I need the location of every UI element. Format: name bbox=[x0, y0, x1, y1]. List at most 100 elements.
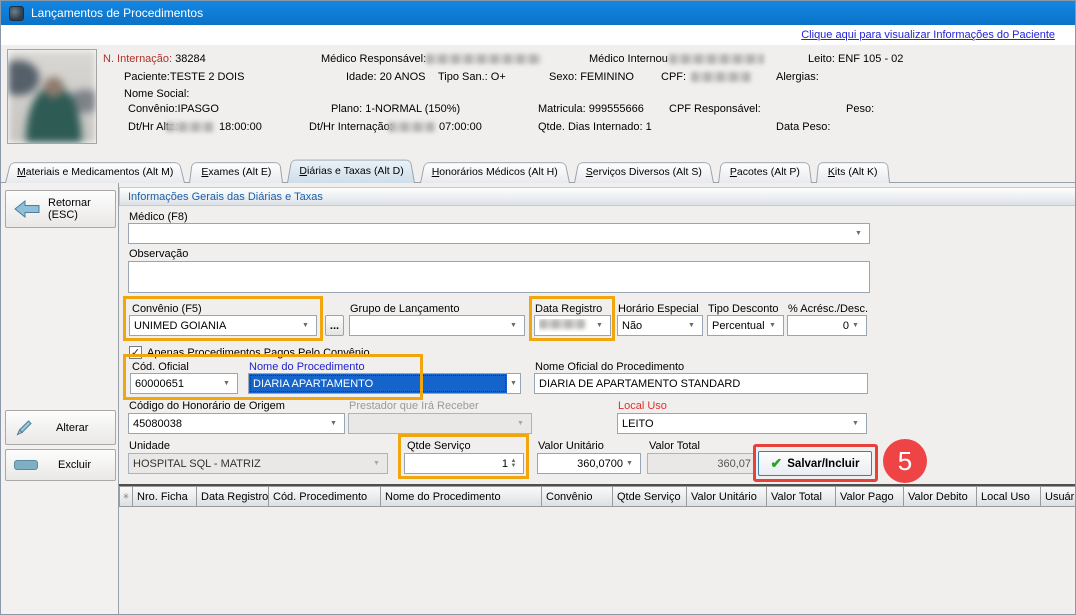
salvar-incluir-button[interactable]: ✔Salvar/Incluir bbox=[758, 451, 872, 476]
dropdown-arrow-icon: ▼ bbox=[685, 316, 698, 335]
check-icon: ✓ bbox=[131, 346, 140, 359]
col-valor-unitario[interactable]: Valor Unitário bbox=[687, 486, 767, 507]
convenio-label: Convênio: bbox=[128, 103, 178, 115]
app-window: Lançamentos de Procedimentos Clique aqui… bbox=[0, 0, 1076, 615]
col-nome-procedimento[interactable]: Nome do Procedimento bbox=[381, 486, 542, 507]
retornar-label: Retornar (ESC) bbox=[48, 197, 107, 221]
step-badge: 5 bbox=[883, 439, 927, 483]
tab-kits[interactable]: Kits (Alt K) bbox=[816, 161, 890, 183]
col-data-registro[interactable]: Data Registro bbox=[197, 486, 269, 507]
leito-value: ENF 105 - 02 bbox=[838, 53, 903, 65]
col-valor-debito[interactable]: Valor Debito bbox=[904, 486, 977, 507]
col-valor-total[interactable]: Valor Total bbox=[767, 486, 836, 507]
green-check-icon: ✔ bbox=[771, 455, 783, 472]
convenio-combo[interactable]: UNIMED GOIANIA▼ bbox=[129, 315, 317, 336]
col-usuario[interactable]: Usuário bbox=[1041, 486, 1076, 507]
dropdown-arrow-icon: ▼ bbox=[507, 316, 520, 335]
tipo-san-value: O+ bbox=[491, 71, 506, 83]
valor-total-label: Valor Total bbox=[649, 440, 700, 452]
col-qtde-servico[interactable]: Qtde Serviço bbox=[613, 486, 687, 507]
unidade-label: Unidade bbox=[129, 440, 170, 452]
excluir-button[interactable]: Excluir bbox=[5, 449, 116, 481]
apenas-pagos-checkbox[interactable]: ✓ bbox=[129, 346, 142, 359]
data-registro-label: Data Registro bbox=[535, 303, 602, 315]
dropdown-arrow-icon: ▼ bbox=[766, 316, 779, 335]
medico-internou-label: Médico Internou bbox=[589, 53, 668, 65]
dropdown-arrow-icon: ▼ bbox=[623, 454, 636, 473]
tab-pacotes[interactable]: Pacotes (Alt P) bbox=[718, 161, 812, 183]
data-peso-label: Data Peso: bbox=[776, 121, 830, 133]
nome-procedimento-combo[interactable]: DIARIA APARTAMENTO▼ bbox=[248, 373, 521, 394]
section-header: Informações Gerais das Diárias e Taxas bbox=[119, 187, 1076, 206]
col-local-uso[interactable]: Local Uso bbox=[977, 486, 1041, 507]
dropdown-arrow-icon: ▼ bbox=[220, 374, 233, 393]
tab-bar: Materiais e Medicamentos (Alt M) Exames … bbox=[5, 158, 894, 183]
unidade-combo: HOSPITAL SQL - MATRIZ▼ bbox=[128, 453, 388, 474]
tab-diarias-taxas[interactable]: Diárias e Taxas (Alt D) bbox=[287, 158, 415, 183]
patient-photo-blur bbox=[8, 50, 96, 143]
qtde-servico-spinner[interactable]: 1▲▼ bbox=[404, 453, 524, 474]
dropdown-arrow-icon: ▼ bbox=[514, 414, 527, 433]
dthr-internacao-time: 07:00:00 bbox=[439, 121, 482, 133]
valor-total-field: 360,07 bbox=[647, 453, 756, 474]
form-panel: Informações Gerais das Diárias e Taxas M… bbox=[119, 183, 1076, 615]
tab-exames[interactable]: Exames (Alt E) bbox=[189, 161, 283, 183]
medico-responsavel-value-redacted bbox=[426, 54, 541, 64]
paciente-value: TESTE 2 DOIS bbox=[170, 71, 245, 83]
apenas-pagos-label: Apenas Procedimentos Pagos Pelo Convênio bbox=[147, 347, 370, 359]
tipo-desconto-label: Tipo Desconto bbox=[708, 303, 779, 315]
dropdown-arrow-icon: ▼ bbox=[593, 316, 606, 335]
prestador-combo: ▼ bbox=[348, 413, 532, 434]
grupo-lancamento-label: Grupo de Lançamento bbox=[350, 303, 459, 315]
qtde-dias-label: Qtde. Dias Internado: bbox=[538, 121, 643, 133]
medico-combo[interactable]: ▼ bbox=[128, 223, 870, 244]
grid-header: ✳ Nro. Ficha Data Registro Cód. Procedim… bbox=[119, 486, 1076, 507]
local-uso-combo[interactable]: LEITO▼ bbox=[617, 413, 867, 434]
dropdown-arrow-icon: ▼ bbox=[849, 316, 862, 335]
patient-photo bbox=[7, 49, 97, 144]
medico-internou-value-redacted bbox=[669, 54, 764, 64]
qtde-dias-value: 1 bbox=[646, 121, 652, 133]
data-registro-combo[interactable]: ▼ bbox=[534, 315, 611, 336]
tipo-san-label: Tipo San.: bbox=[438, 71, 488, 83]
sexo-value: FEMININO bbox=[580, 71, 634, 83]
observacao-input[interactable] bbox=[128, 261, 870, 293]
dthr-internacao-date-redacted bbox=[388, 122, 435, 132]
col-nro-ficha[interactable]: Nro. Ficha bbox=[133, 486, 197, 507]
valor-unitario-combo[interactable]: 360,0700▼ bbox=[537, 453, 641, 474]
patient-info-link[interactable]: Clique aqui para visualizar Informações … bbox=[801, 29, 1055, 41]
tipo-desconto-combo[interactable]: Percentual▼ bbox=[707, 315, 784, 336]
col-valor-pago[interactable]: Valor Pago bbox=[836, 486, 904, 507]
title-bar: Lançamentos de Procedimentos bbox=[1, 1, 1075, 25]
dropdown-arrow-icon: ▼ bbox=[299, 316, 312, 335]
dthr-alta-date-redacted bbox=[166, 122, 214, 132]
alergias-label: Alergias: bbox=[776, 71, 819, 83]
cod-honorario-label: Código do Honorário de Origem bbox=[129, 400, 285, 412]
col-cod-procedimento[interactable]: Cód. Procedimento bbox=[269, 486, 381, 507]
idade-label: Idade: bbox=[346, 71, 377, 83]
tab-servicos-diversos[interactable]: Serviços Diversos (Alt S) bbox=[574, 161, 714, 183]
browse-button[interactable]: ... bbox=[325, 315, 344, 336]
tab-materiais-medicamentos[interactable]: Materiais e Medicamentos (Alt M) bbox=[5, 161, 185, 183]
idade-value: 20 ANOS bbox=[380, 71, 426, 83]
cod-oficial-label: Cód. Oficial bbox=[132, 361, 189, 373]
tab-honorarios-medicos[interactable]: Honorários Médicos (Alt H) bbox=[420, 161, 570, 183]
eraser-icon bbox=[14, 460, 38, 470]
col-convenio[interactable]: Convênio bbox=[542, 486, 613, 507]
cod-oficial-combo[interactable]: 60000651▼ bbox=[130, 373, 238, 394]
convenio-f5-label: Convênio (F5) bbox=[132, 303, 202, 315]
horario-especial-combo[interactable]: Não▼ bbox=[617, 315, 703, 336]
observacao-label: Observação bbox=[129, 248, 188, 260]
acresc-desc-input[interactable]: 0▼ bbox=[787, 315, 867, 336]
nome-oficial-field[interactable]: DIARIA DE APARTAMENTO STANDARD bbox=[534, 373, 868, 394]
pencil-icon bbox=[14, 418, 34, 438]
alterar-button[interactable]: Alterar bbox=[5, 410, 116, 445]
grupo-lancamento-combo[interactable]: ▼ bbox=[349, 315, 525, 336]
link-bar: Clique aqui para visualizar Informações … bbox=[1, 25, 1075, 45]
cod-honorario-combo[interactable]: 45080038▼ bbox=[128, 413, 345, 434]
dthr-internacao-label: Dt/Hr Internação: bbox=[309, 121, 393, 133]
n-internacao-value: 38284 bbox=[175, 53, 206, 65]
retornar-button[interactable]: Retornar (ESC) bbox=[5, 190, 116, 228]
back-arrow-icon bbox=[14, 200, 40, 218]
dropdown-arrow-icon: ▼ bbox=[370, 454, 383, 473]
